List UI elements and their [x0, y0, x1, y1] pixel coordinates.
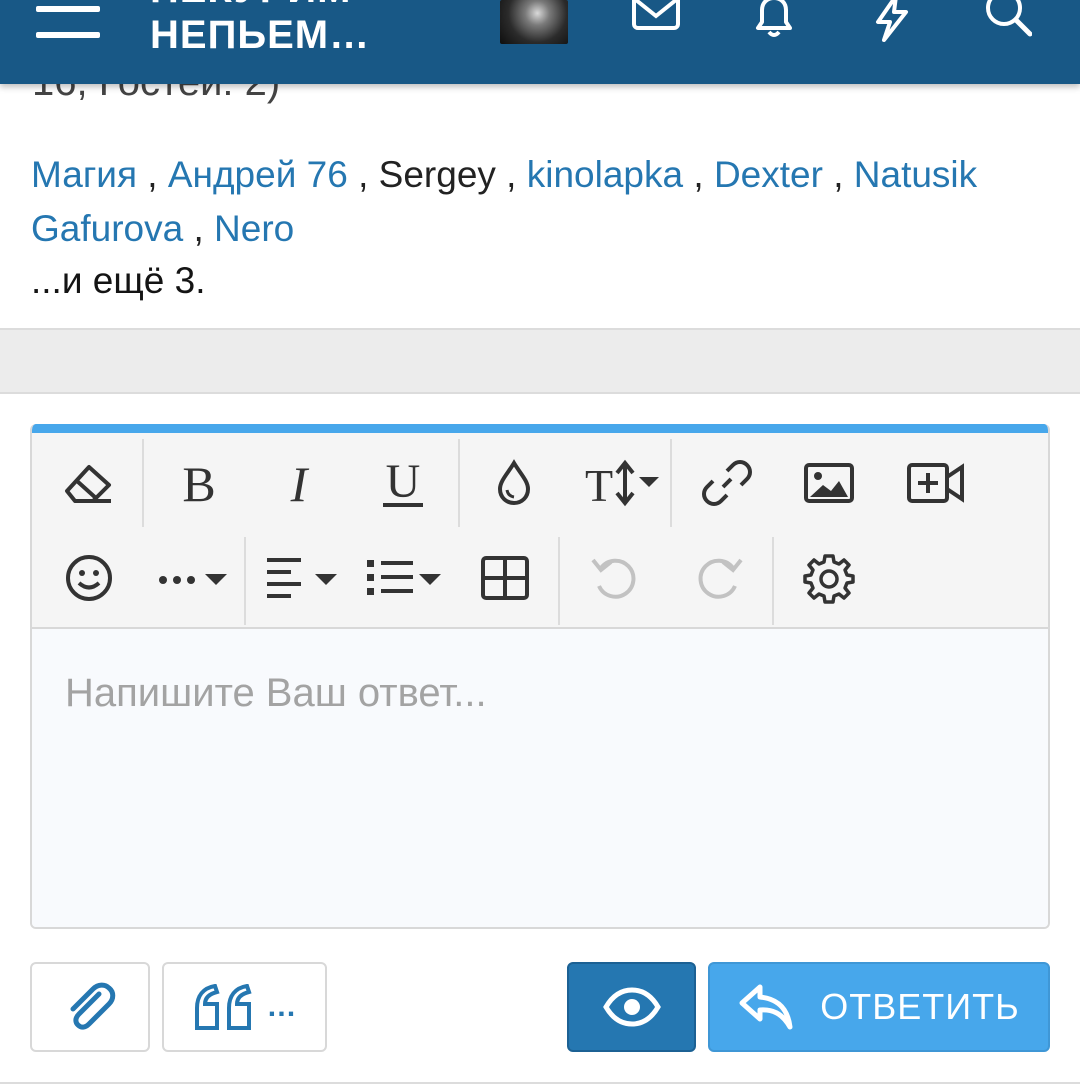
- bolt-icon[interactable]: [868, 0, 916, 42]
- quote-icon: [194, 984, 252, 1030]
- align-icon[interactable]: [262, 543, 346, 613]
- eye-icon: [602, 987, 661, 1027]
- font-size-icon[interactable]: T: [580, 448, 670, 518]
- separator: ,: [347, 154, 379, 195]
- site-title[interactable]: ПЕКУРИМ НЕПЬЕМ…: [150, 0, 450, 58]
- separator: ,: [183, 208, 215, 249]
- separator: ,: [822, 154, 854, 195]
- svg-text:I: I: [290, 457, 310, 509]
- menu-icon[interactable]: [36, 2, 100, 42]
- attach-files-button[interactable]: [30, 962, 150, 1052]
- user-name[interactable]: Sergey: [379, 154, 496, 195]
- divider: [0, 392, 1080, 394]
- svg-text:B: B: [182, 457, 215, 509]
- list-icon[interactable]: [362, 543, 448, 613]
- reply-text-area[interactable]: Напишите Ваш ответ...: [32, 629, 1048, 927]
- quote-more-label: …: [266, 990, 297, 1023]
- undo-icon[interactable]: [580, 543, 650, 613]
- more-icon[interactable]: [152, 543, 236, 613]
- video-icon[interactable]: [898, 448, 974, 518]
- toolbar-separator: [558, 537, 560, 625]
- table-icon[interactable]: [470, 543, 540, 613]
- avatar[interactable]: [500, 0, 568, 44]
- separator: ,: [137, 154, 168, 195]
- underline-icon[interactable]: U: [368, 448, 438, 518]
- editor-accent-bar: [32, 424, 1048, 433]
- more-users-text: ...и ещё 3.: [31, 260, 206, 301]
- preview-button[interactable]: [567, 962, 696, 1052]
- toolbar-separator: [458, 439, 460, 527]
- separator: ,: [683, 154, 714, 195]
- reply-icon: [739, 984, 793, 1030]
- image-icon[interactable]: [794, 448, 864, 518]
- reply-button[interactable]: ОТВЕТИТЬ: [708, 962, 1050, 1052]
- redo-icon[interactable]: [684, 543, 754, 613]
- user-link[interactable]: Андрей 76: [168, 154, 348, 195]
- toolbar-separator: [772, 537, 774, 625]
- divider: [0, 1082, 1080, 1084]
- reply-placeholder: Напишите Ваш ответ...: [65, 671, 487, 715]
- color-drop-icon[interactable]: [479, 448, 549, 518]
- link-icon[interactable]: [692, 448, 762, 518]
- online-users-list: Магия , Андрей 76 , Sergey , kinolapka ,…: [31, 148, 1051, 256]
- section-band: [0, 330, 1080, 392]
- user-link[interactable]: Dexter: [714, 154, 823, 195]
- toolbar-separator: [670, 439, 672, 527]
- envelope-icon[interactable]: [632, 0, 680, 42]
- user-link[interactable]: kinolapka: [527, 154, 683, 195]
- eraser-icon[interactable]: [54, 448, 124, 518]
- svg-text:T: T: [585, 460, 613, 509]
- smile-icon[interactable]: [54, 543, 124, 613]
- separator: ,: [495, 154, 527, 195]
- user-link[interactable]: Магия: [31, 154, 137, 195]
- toolbar-separator: [142, 439, 144, 527]
- top-header: ПЕКУРИМ НЕПЬЕМ…: [0, 0, 1080, 84]
- bold-icon[interactable]: B: [164, 448, 234, 518]
- settings-icon[interactable]: [794, 543, 864, 613]
- bell-icon[interactable]: [750, 0, 798, 42]
- insert-quote-button[interactable]: …: [162, 962, 327, 1052]
- user-link[interactable]: Nero: [214, 208, 294, 249]
- paperclip-icon: [70, 982, 116, 1030]
- reply-editor: B I U T Напишите Ваш ответ...: [30, 424, 1050, 929]
- svg-text:U: U: [386, 457, 421, 508]
- search-icon[interactable]: [984, 0, 1032, 42]
- reply-label: ОТВЕТИТЬ: [820, 986, 1020, 1027]
- editor-toolbar: B I U T: [32, 433, 1048, 629]
- italic-icon[interactable]: I: [264, 448, 334, 518]
- toolbar-separator: [244, 537, 246, 625]
